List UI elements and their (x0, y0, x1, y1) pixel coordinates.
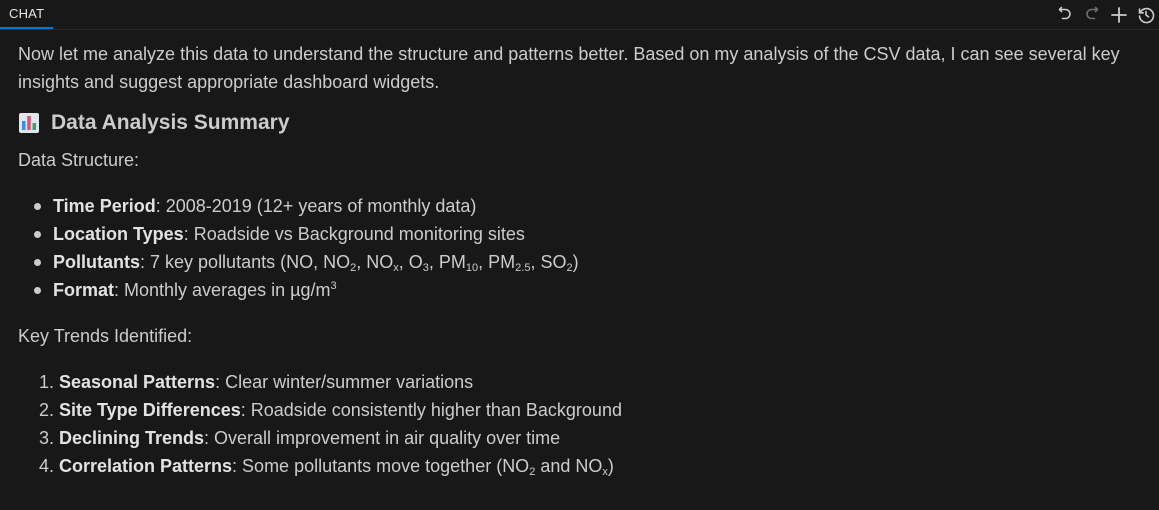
intro-paragraph: Now let me analyze this data to understa… (18, 40, 1153, 96)
undo-icon (1058, 6, 1071, 19)
list-item-value: , PM (428, 252, 466, 272)
list-item-value: : 7 key pollutants (NO, NO (140, 252, 351, 272)
bar-chart-emoji-icon (18, 112, 40, 134)
list-item-value: and NO (535, 456, 603, 476)
list-number: 1. (39, 372, 55, 392)
chat-header: CHAT (0, 0, 1159, 30)
structure-list: Time Period: 2008-2019 (12+ years of mon… (18, 192, 1153, 304)
structure-label: Data Structure: (18, 150, 140, 170)
subscript: 2.5 (515, 262, 531, 274)
tab-chat[interactable]: CHAT (0, 0, 54, 29)
trends-label: Key Trends Identified: (18, 326, 193, 346)
list-item-key: Correlation Patterns (59, 456, 233, 476)
superscript: 3 (330, 280, 337, 292)
intro-line-1: Now let me analyze this data to understa… (18, 44, 1120, 64)
undo-button[interactable] (1052, 2, 1078, 28)
list-item-value: , O (398, 252, 423, 272)
list-item: 4. Correlation Patterns: Some pollutants … (18, 452, 1153, 480)
list-item: 2. Site Type Differences: Roadside consis… (18, 396, 1153, 424)
list-item-key: Format (53, 280, 115, 300)
list-item-value: , PM (478, 252, 516, 272)
chat-message: Now let me analyze this data to understa… (18, 40, 1153, 480)
list-item-value: : Roadside vs Background monitoring site… (183, 224, 525, 244)
chat-toolbar (1051, 0, 1159, 29)
list-item: 1. Seasonal Patterns: Clear winter/summer… (18, 368, 1153, 396)
new-chat-button[interactable] (1106, 2, 1132, 28)
list-item-value: : Roadside consistently higher than Back… (240, 400, 622, 420)
list-item-key: Location Types (53, 224, 184, 244)
list-item-value: : Monthly averages in µg/m (114, 280, 331, 300)
list-item-value: : 2008-2019 (12+ years of monthly data) (155, 196, 477, 216)
list-number: 3. (39, 428, 55, 448)
list-item-value: , SO (530, 252, 567, 272)
list-item: Time Period: 2008-2019 (12+ years of mon… (18, 192, 1153, 220)
list-item: 3. Declining Trends: Overall improvement … (18, 424, 1153, 452)
list-item: Format: Monthly averages in µg/m3 (18, 276, 1153, 304)
section-heading-text: Data Analysis Summary (51, 111, 290, 134)
list-number: 2. (39, 400, 55, 420)
list-item-key: Site Type Differences (59, 400, 241, 420)
list-item-value: : Overall improvement in air quality ove… (204, 428, 561, 448)
trends-list: 1. Seasonal Patterns: Clear winter/summer… (18, 368, 1153, 480)
history-button[interactable] (1133, 2, 1159, 28)
list-item: Location Types: Roadside vs Background m… (18, 220, 1153, 248)
section-heading: Data Analysis Summary (18, 108, 1153, 138)
list-item-key: Declining Trends (59, 428, 205, 448)
subscript: 10 (465, 262, 479, 274)
plus-icon (1111, 6, 1127, 23)
redo-button[interactable] (1079, 2, 1105, 28)
intro-line-2: insights and suggest appropriate dashboa… (18, 72, 440, 92)
list-item-value: : Some pollutants move together (NO (232, 456, 530, 476)
list-item-value: ) (607, 456, 614, 476)
list-item-value: , NO (356, 252, 394, 272)
list-item-key: Seasonal Patterns (59, 372, 216, 392)
list-item: Pollutants: 7 key pollutants (NO, NO2, N… (18, 248, 1153, 276)
list-number: 4. (39, 456, 55, 476)
list-item-key: Pollutants (53, 252, 141, 272)
list-item-value: ) (572, 252, 579, 272)
list-item-value: : Clear winter/summer variations (215, 372, 474, 392)
redo-icon (1086, 6, 1099, 19)
history-icon (1138, 7, 1155, 23)
list-item-key: Time Period (53, 196, 156, 216)
